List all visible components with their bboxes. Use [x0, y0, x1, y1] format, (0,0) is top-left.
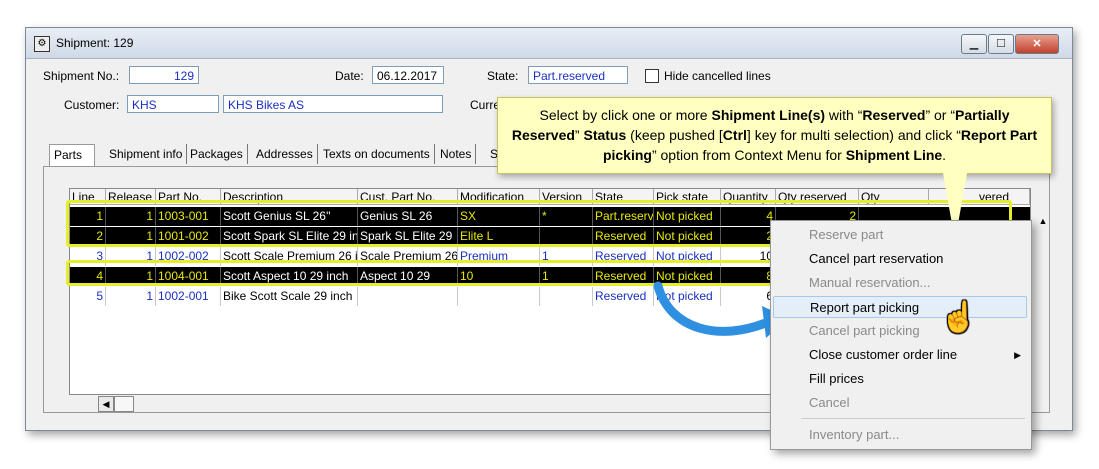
menu-item-report-part-picking[interactable]: Report part picking: [773, 296, 1027, 318]
menu-separator: [801, 418, 1025, 419]
minimize-button[interactable]: ▁: [961, 34, 987, 54]
state-label: State:: [487, 69, 519, 83]
pointer-arrow-icon: [653, 281, 788, 338]
cell-line: 5: [70, 287, 106, 306]
hide-cancelled-checkbox[interactable]: [645, 69, 659, 83]
customer-name-field: KHS Bikes AS: [223, 95, 443, 113]
menu-item-cancel-part-picking[interactable]: Cancel part picking: [771, 320, 1031, 342]
currency-label: Curre: [470, 98, 501, 112]
customer-label: Customer:: [64, 98, 120, 112]
tab-addresses[interactable]: Addresses: [252, 144, 318, 164]
scroll-left-icon[interactable]: ◀: [98, 396, 114, 412]
app-gear-icon: ⚙: [34, 36, 50, 52]
date-field[interactable]: 06.12.2017: [372, 66, 444, 84]
submenu-arrow-icon: ▶: [1014, 350, 1021, 360]
date-label: Date:: [335, 69, 364, 83]
cell-release: 1: [106, 287, 156, 306]
tab-shipment-info[interactable]: Shipment info: [105, 144, 188, 164]
cell-state: Reserved: [593, 287, 654, 306]
shipment-no-label: Shipment No.:: [43, 69, 120, 83]
customer-code-field[interactable]: KHS: [127, 95, 219, 113]
tab-notes[interactable]: Notes: [436, 144, 477, 164]
menu-item-reserve-part[interactable]: Reserve part: [771, 224, 1031, 246]
scroll-up-icon[interactable]: ▲: [1036, 214, 1050, 228]
title-bar[interactable]: ⚙ Shipment: 129 ▁ ☐ ✕: [26, 28, 1072, 59]
cell-part-no: 1002-001: [156, 287, 221, 306]
close-button[interactable]: ✕: [1015, 34, 1059, 54]
cell-modification: [458, 287, 540, 306]
tab-packages[interactable]: Packages: [186, 144, 248, 164]
shipment-no-field[interactable]: 129: [129, 66, 199, 84]
window-title: Shipment: 129: [56, 36, 134, 50]
cell-description: Bike Scott Scale 29 inch: [221, 287, 358, 306]
maximize-button[interactable]: ☐: [988, 34, 1014, 54]
state-field: Part.reserved: [528, 66, 628, 84]
instruction-callout: Select by click one or more Shipment Lin…: [497, 97, 1052, 241]
menu-item-fill-prices[interactable]: Fill prices: [771, 368, 1031, 390]
menu-item-cancel[interactable]: Cancel: [771, 392, 1031, 414]
hand-cursor-icon: ☝: [940, 301, 978, 334]
menu-item-close-customer-order-line[interactable]: Close customer order line ▶: [771, 344, 1031, 366]
cell-cust-part-no: [358, 287, 458, 306]
context-menu: Reserve part Cancel part reservation Man…: [770, 220, 1032, 450]
horizontal-scroll-thumb[interactable]: [114, 396, 134, 412]
menu-item-cancel-part-reservation[interactable]: Cancel part reservation: [771, 248, 1031, 270]
hide-cancelled-label: Hide cancelled lines: [664, 69, 771, 83]
tab-parts[interactable]: Parts: [49, 144, 95, 167]
menu-item-inventory-part[interactable]: Inventory part...: [771, 424, 1031, 446]
tab-texts-on-documents[interactable]: Texts on documents: [319, 144, 435, 164]
menu-item-manual-reservation[interactable]: Manual reservation...: [771, 272, 1031, 294]
cell-version: [540, 287, 593, 306]
